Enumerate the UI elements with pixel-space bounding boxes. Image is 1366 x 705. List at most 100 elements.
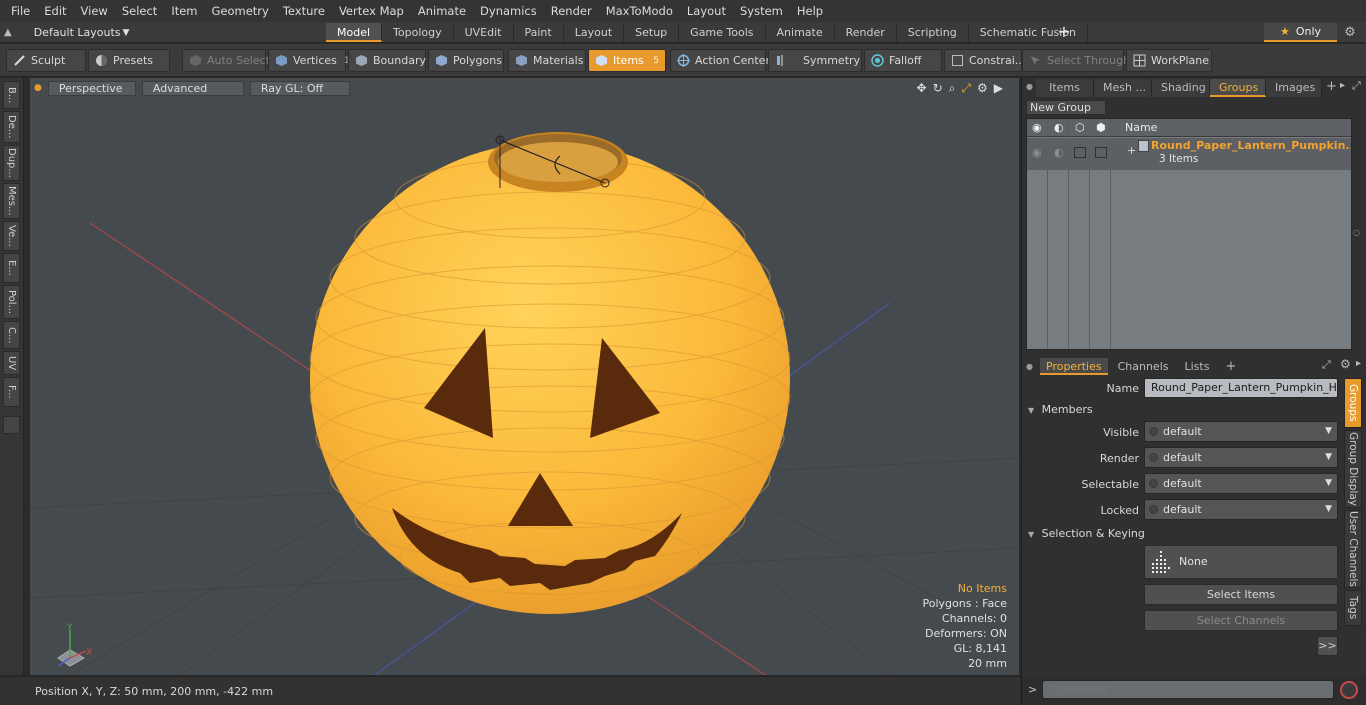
properties-menu-icon[interactable]: ▸ xyxy=(1356,358,1361,369)
tool-tab-deform[interactable]: De... xyxy=(3,111,20,143)
tab-animate[interactable]: Animate xyxy=(766,23,835,42)
tab-scripting[interactable]: Scripting xyxy=(897,23,969,42)
gear-icon[interactable]: ⚙ xyxy=(1340,23,1360,42)
tab-shading[interactable]: Shading xyxy=(1152,79,1210,97)
menu-maxtomodo[interactable]: MaxToModo xyxy=(599,0,680,22)
menu-system[interactable]: System xyxy=(733,0,790,22)
vertices-button[interactable]: Vertices 1 xyxy=(268,49,350,72)
auto-select-button[interactable]: Auto Select xyxy=(182,49,270,72)
tool-tab-polygon[interactable]: Pol... xyxy=(3,285,20,319)
side-tab-user-channels[interactable]: User Channels xyxy=(1344,510,1362,588)
menu-dynamics[interactable]: Dynamics xyxy=(473,0,544,22)
menu-geometry[interactable]: Geometry xyxy=(205,0,276,22)
locked-dropdown[interactable]: default ▼ xyxy=(1144,499,1338,520)
viewport-scene[interactable]: Y X xyxy=(30,78,1019,675)
presets-button[interactable]: Presets xyxy=(88,49,170,72)
menu-texture[interactable]: Texture xyxy=(276,0,332,22)
menu-render[interactable]: Render xyxy=(544,0,599,22)
side-tab-group-display[interactable]: Group Display xyxy=(1344,430,1362,508)
select-through-button[interactable]: Select Through xyxy=(1022,49,1130,72)
tab-topology[interactable]: Topology xyxy=(382,23,454,42)
boundary-button[interactable]: Boundary xyxy=(348,49,426,72)
menu-item[interactable]: Item xyxy=(164,0,204,22)
add-properties-tab-icon[interactable]: + xyxy=(1219,358,1242,375)
workplane-button[interactable]: WorkPlane xyxy=(1126,49,1212,72)
list-scroll-handle[interactable]: ○ xyxy=(1353,228,1363,238)
select-items-button[interactable]: Select Items xyxy=(1144,584,1338,605)
panel-menu-icon[interactable]: ▸ xyxy=(1340,80,1345,91)
name-field[interactable]: Round_Paper_Lantern_Pumpkin_Head xyxy=(1144,378,1338,398)
tool-tab-fusion[interactable]: F... xyxy=(3,377,20,407)
3d-viewport[interactable]: Y X ● Perspective Advanced Ray GL: Off ✥… xyxy=(30,78,1019,675)
render-icon[interactable]: ◐ xyxy=(1054,121,1064,134)
materials-button[interactable]: Materials xyxy=(508,49,586,72)
expand-properties-icon[interactable]: ⤢ xyxy=(1322,358,1331,372)
tab-channels[interactable]: Channels xyxy=(1112,358,1175,375)
symmetry-button[interactable]: Symmetry xyxy=(768,49,862,72)
tab-properties[interactable]: Properties xyxy=(1040,358,1108,375)
tab-model[interactable]: Model xyxy=(326,23,383,42)
zoom-view-icon[interactable]: ⌕ xyxy=(949,81,956,96)
row-lock-checkbox[interactable] xyxy=(1095,147,1107,158)
selectable-dropdown[interactable]: default ▼ xyxy=(1144,473,1338,494)
raygl-dropdown[interactable]: Ray GL: Off xyxy=(249,80,350,96)
tool-tab-extra[interactable] xyxy=(3,416,20,434)
more-button[interactable]: >> xyxy=(1317,636,1338,656)
tool-tab-duplicate[interactable]: Dup... xyxy=(3,145,20,181)
properties-gear-icon[interactable]: ⚙ xyxy=(1340,357,1351,371)
keying-none-button[interactable]: None xyxy=(1144,545,1338,579)
tool-tab-mesh[interactable]: Mes... xyxy=(3,183,20,219)
menu-help[interactable]: Help xyxy=(790,0,830,22)
lock-icon[interactable]: ⬢ xyxy=(1096,121,1106,134)
render-dropdown[interactable]: default ▼ xyxy=(1144,447,1338,468)
side-tab-tags[interactable]: Tags xyxy=(1344,590,1362,626)
command-input[interactable] xyxy=(1042,680,1334,699)
tool-tab-vertex[interactable]: Ve... xyxy=(3,221,20,251)
sculpt-button[interactable]: Sculpt xyxy=(6,49,86,72)
selectable-icon[interactable]: ⬡ xyxy=(1075,121,1085,134)
tool-tab-edge[interactable]: E... xyxy=(3,253,20,283)
record-macro-icon[interactable] xyxy=(1340,681,1358,699)
items-button[interactable]: Items 5 xyxy=(588,49,666,72)
row-visibility-eye-icon[interactable]: ◉ xyxy=(1032,146,1042,159)
tool-tab-uv[interactable]: UV xyxy=(3,351,20,375)
add-tab-plus-icon[interactable]: + xyxy=(1056,23,1072,42)
viewport-gear-icon[interactable]: ⚙ xyxy=(977,81,988,96)
action-center-button[interactable]: Action Center xyxy=(670,49,770,72)
group-row[interactable]: ◉ ◐ + Round_Paper_Lantern_Pumpkin... 3 I… xyxy=(1027,138,1351,170)
section-collapse-icon[interactable]: ▼ xyxy=(1028,406,1034,415)
tab-layout[interactable]: Layout xyxy=(564,23,625,42)
maximize-view-icon[interactable]: ⤢ xyxy=(961,81,971,96)
add-panel-tab-icon[interactable]: + xyxy=(1326,79,1337,94)
menu-file[interactable]: File xyxy=(4,0,37,22)
viewport-options-dot-icon[interactable]: ● xyxy=(34,83,42,93)
falloff-button[interactable]: Falloff xyxy=(864,49,942,72)
tab-images[interactable]: Images xyxy=(1266,79,1322,97)
menu-select[interactable]: Select xyxy=(115,0,164,22)
tab-game-tools[interactable]: Game Tools xyxy=(679,23,766,42)
polygons-button[interactable]: Polygons xyxy=(428,49,504,72)
menu-vertex-map[interactable]: Vertex Map xyxy=(332,0,411,22)
move-view-icon[interactable]: ✥ xyxy=(917,81,927,96)
new-group-button[interactable]: New Group xyxy=(1026,100,1106,115)
perspective-dropdown[interactable]: Perspective xyxy=(47,80,136,96)
viewport-play-icon[interactable]: ▶ xyxy=(994,81,1003,96)
advanced-dropdown[interactable]: Advanced xyxy=(141,80,244,96)
menu-edit[interactable]: Edit xyxy=(37,0,73,22)
row-selectable-checkbox[interactable] xyxy=(1074,147,1086,158)
tool-tab-basic[interactable]: B... xyxy=(3,81,20,109)
tab-items[interactable]: Items xyxy=(1036,79,1094,97)
menu-layout[interactable]: Layout xyxy=(680,0,733,22)
tab-uvedit[interactable]: UVEdit xyxy=(454,23,514,42)
selection-keying-section[interactable]: ▼ Selection & Keying xyxy=(1028,527,1145,540)
expand-panel-icon[interactable]: ⤢ xyxy=(1352,79,1361,93)
constraints-button[interactable]: Constrai... xyxy=(944,49,1025,72)
panel-dot-icon[interactable]: ● xyxy=(1026,82,1033,91)
row-render-icon[interactable]: ◐ xyxy=(1054,146,1064,159)
visibility-eye-icon[interactable]: ◉ xyxy=(1032,121,1042,134)
expand-plus-icon[interactable]: + xyxy=(1127,144,1136,157)
visible-dropdown[interactable]: default ▼ xyxy=(1144,421,1338,442)
properties-dot-icon[interactable]: ● xyxy=(1026,362,1033,371)
section-collapse-icon[interactable]: ▼ xyxy=(1028,530,1034,539)
tab-render[interactable]: Render xyxy=(835,23,897,42)
